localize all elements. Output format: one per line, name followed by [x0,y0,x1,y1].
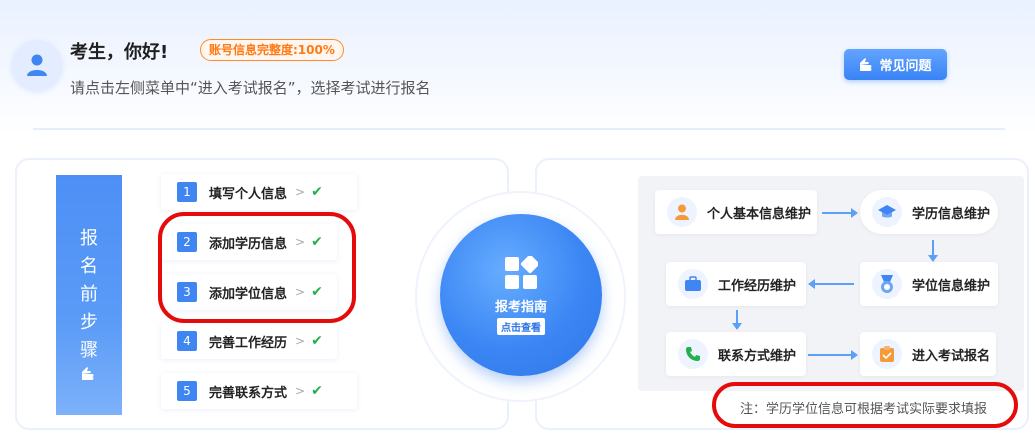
view-guide-button[interactable]: 点击查看 [497,317,545,335]
faq-label: 常见问题 [879,59,932,74]
pointing-hand-icon [860,57,872,71]
step-number: 5 [177,381,197,401]
check-icon: ✔ [311,184,323,200]
banner-char: 骤 [80,340,98,361]
chevron-right-icon: > [295,185,306,199]
step-number: 1 [177,182,197,202]
graduation-cap-icon [872,197,902,227]
banner-char: 步 [80,312,98,333]
flow-arrow [928,240,938,262]
step-complete-contact[interactable]: 5 完善联系方式 > ✔ [161,373,357,409]
check-icon: ✔ [311,383,323,399]
hint-text: 请点击左侧菜单中“进入考试报名”，选择考试进行报名 [70,79,431,97]
flow-arrow [808,350,858,360]
guide-button[interactable]: 报考指南 点击查看 [440,214,602,376]
flow-arrow [732,310,742,330]
banner-char: 前 [80,284,98,305]
flow-node-degree: 学位信息维护 [860,262,998,306]
completeness-badge: 账号信息完整度:100% [200,39,344,61]
flow-node-label: 个人基本信息维护 [707,206,812,222]
medal-icon [872,269,902,299]
flow-arrow [808,279,854,289]
flow-node-work: 工作经历维护 [666,262,806,306]
avatar [12,40,62,90]
phone-icon [678,339,708,369]
flow-node-label: 学历信息维护 [912,206,991,222]
user-icon [27,54,47,76]
greeting-text: 考生，你好! [70,42,169,63]
flow-node-contact: 联系方式维护 [666,332,806,376]
flow-node-label: 学位信息维护 [912,278,991,294]
step-label: 完善工作经历 [209,335,288,351]
guide-title: 报考指南 [494,299,547,315]
step-number: 4 [177,331,197,351]
step-label: 填写个人信息 [209,186,288,202]
flow-node-enter-exam: 进入考试报名 [860,332,996,376]
chevron-right-icon: > [295,384,306,398]
chevron-right-icon: > [295,334,306,348]
highlight-oval [712,382,1018,428]
faq-button[interactable]: 常见问题 [844,49,947,80]
divider [33,128,1005,130]
flow-node-label: 工作经历维护 [718,278,797,294]
banner-char: 报 [80,228,98,249]
pointing-hand-icon [82,367,94,380]
flow-arrow [822,208,858,218]
step-label: 完善联系方式 [209,385,288,401]
briefcase-icon [678,269,708,299]
flow-node-education: 学历信息维护 [860,190,998,234]
apps-icon [505,255,538,289]
step-fill-personal-info[interactable]: 1 填写个人信息 > ✔ [161,174,357,210]
step-complete-work[interactable]: 4 完善工作经历 > ✔ [161,323,337,359]
banner-char: 名 [80,256,98,277]
person-icon [667,197,697,227]
steps-banner: 报 名 前 步 骤 [56,175,122,415]
highlight-oval [158,212,356,323]
flow-node-personal: 个人基本信息维护 [655,190,817,234]
clipboard-icon [872,339,902,369]
check-icon: ✔ [311,333,323,349]
flow-node-label: 联系方式维护 [718,348,797,364]
flow-node-label: 进入考试报名 [912,348,991,364]
